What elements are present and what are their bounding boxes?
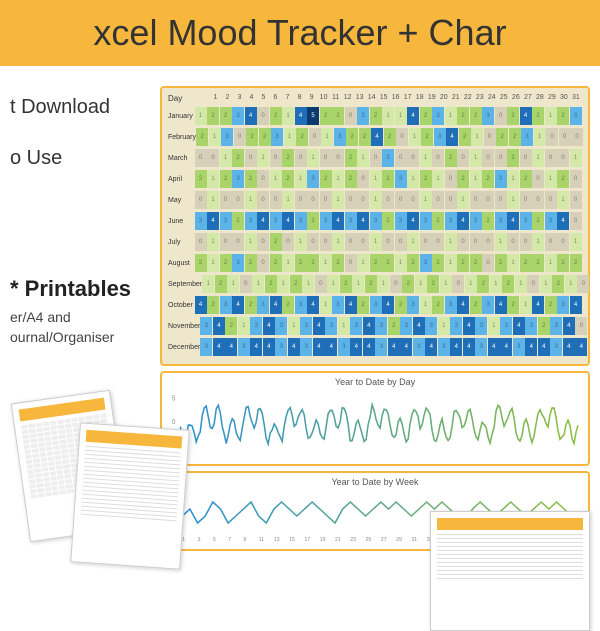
chart1-title: Year to Date by Day bbox=[170, 377, 580, 387]
svg-text:7: 7 bbox=[228, 537, 231, 543]
svg-text:19: 19 bbox=[320, 537, 326, 543]
printables-title: * Printables bbox=[10, 276, 180, 302]
printables-line2: ournal/Organiser bbox=[10, 328, 180, 348]
printables-section: * Printables er/A4 and ournal/Organiser bbox=[10, 276, 180, 347]
svg-text:13: 13 bbox=[274, 537, 280, 543]
svg-text:5: 5 bbox=[172, 395, 176, 402]
svg-text:11: 11 bbox=[259, 537, 264, 543]
svg-text:1: 1 bbox=[182, 537, 185, 543]
svg-text:23: 23 bbox=[350, 537, 356, 543]
mood-tracker-grid: Day1234567891011121314151617181920212223… bbox=[160, 86, 590, 366]
svg-text:31: 31 bbox=[411, 537, 417, 543]
chart2-title: Year to Date by Week bbox=[170, 477, 580, 487]
printable-thumb-2 bbox=[70, 422, 189, 569]
feature-list: t Download o Use bbox=[10, 96, 160, 198]
feature-use: o Use bbox=[10, 147, 160, 170]
svg-text:29: 29 bbox=[396, 537, 402, 543]
svg-text:3: 3 bbox=[198, 537, 201, 543]
chart-year-by-day: Year to Date by Day 5 0 -5 bbox=[160, 371, 590, 466]
feature-download: t Download bbox=[10, 96, 160, 119]
svg-text:21: 21 bbox=[335, 537, 341, 543]
printables-line1: er/A4 and bbox=[10, 308, 180, 328]
svg-text:27: 27 bbox=[381, 537, 387, 543]
printable-thumb-3 bbox=[430, 511, 590, 631]
svg-text:0: 0 bbox=[172, 419, 176, 426]
svg-text:25: 25 bbox=[366, 537, 372, 543]
svg-text:5: 5 bbox=[213, 537, 216, 543]
svg-text:17: 17 bbox=[304, 537, 310, 543]
page-title: xcel Mood Tracker + Char bbox=[0, 12, 600, 54]
svg-text:15: 15 bbox=[289, 537, 295, 543]
svg-text:9: 9 bbox=[243, 537, 246, 543]
